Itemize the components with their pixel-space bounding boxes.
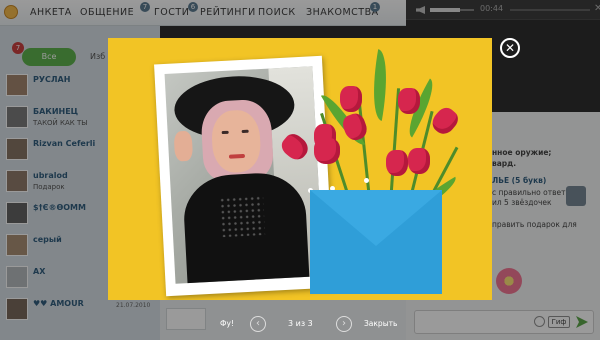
- viewer-close-icon[interactable]: ✕: [500, 38, 520, 58]
- close-button[interactable]: Закрыть: [364, 319, 397, 328]
- next-arrow-icon[interactable]: ›: [336, 316, 352, 332]
- dislike-button[interactable]: Фу!: [220, 319, 234, 328]
- polaroid-frame: [154, 55, 334, 297]
- photo-counter: 3 из 3: [288, 319, 313, 328]
- viewer-controls: Фу! ‹ 3 из 3 › Закрыть: [200, 310, 400, 338]
- photo-viewer: [108, 38, 492, 300]
- portrait-photo: [164, 66, 324, 284]
- envelope-image: [310, 190, 442, 294]
- prev-arrow-icon[interactable]: ‹: [250, 316, 266, 332]
